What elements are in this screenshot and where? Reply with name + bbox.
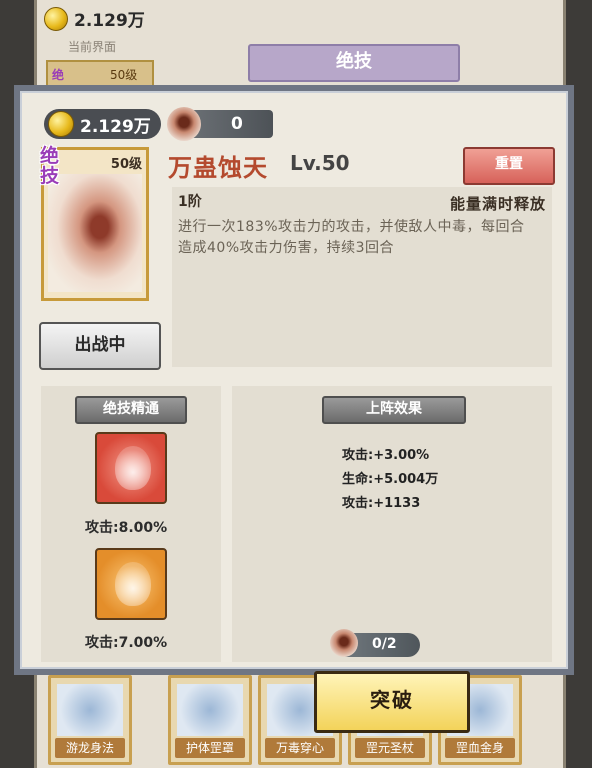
deploy-effect-panel: 上阵效果 攻击:+3.00% 生命:+5.004万 攻击:+1133 0/2 突… — [232, 386, 552, 733]
mastery-value-2: 攻击:7.00% — [85, 635, 168, 651]
mastery-tile-1[interactable] — [95, 432, 167, 504]
gold-value: 2.129万 — [80, 116, 151, 137]
background-skill-card: 绝 50级 — [46, 60, 154, 88]
skill-level: Lv.50 — [290, 151, 350, 175]
card-art — [177, 684, 243, 736]
background-ribbon: 绝技 — [248, 44, 460, 82]
bottom-card-label: 游龙身法 — [55, 738, 125, 758]
bottom-card-1[interactable]: 游龙身法 — [48, 675, 132, 765]
deploy-effect-title: 上阵效果 — [322, 396, 466, 424]
skill-description-box: 1阶 能量满时释放 进行一次183%攻击力的攻击，并使敌人中毒，每回合造成40%… — [172, 187, 552, 367]
bottom-card-label: 罡元圣杖 — [355, 738, 425, 758]
deploy-status-button[interactable]: 出战中 — [39, 322, 161, 370]
skill-tier: 1阶 — [178, 194, 202, 210]
background-card-level: 50级 — [110, 68, 138, 82]
flame-icon — [115, 446, 151, 490]
skill-token-count: 0 — [230, 114, 243, 134]
skill-card: 绝技 50级 — [40, 145, 149, 301]
card-art — [57, 684, 123, 736]
bottom-card-label: 罡血金身 — [445, 738, 515, 758]
gold-coin-icon — [44, 6, 68, 31]
skill-token-display: 0 — [166, 107, 273, 141]
skill-name: 万蛊蚀天 — [168, 154, 268, 182]
skill-art — [48, 174, 142, 292]
background-gold: 2.129万 — [44, 6, 145, 31]
currency-row: 2.129万 0 — [44, 107, 273, 141]
bottom-card-2[interactable]: 护体罡罩 — [168, 675, 252, 765]
mastery-panel: 绝技精通 攻击:8.00% 攻击:7.00% — [41, 386, 221, 662]
bottom-card-label: 护体罡罩 — [175, 738, 245, 758]
skill-token-icon — [166, 107, 201, 141]
background-gold-value: 2.129万 — [74, 11, 145, 31]
release-condition: 能量满时释放 — [449, 195, 546, 213]
skill-card-level: 50级 — [110, 157, 142, 172]
bottom-skill-cards: 游龙身法 护体罡罩 万毒穿心 罡元圣杖 罡血金身 — [40, 675, 550, 768]
skill-detail-modal: 2.129万 0 绝技 50级 出战中 万蛊蚀天 Lv.50 重置 1阶 能量满… — [14, 85, 574, 733]
effect-stat-3: 攻击:+1133 — [342, 496, 421, 511]
reset-button[interactable]: 重置 — [463, 147, 555, 185]
background-subtitle: 当前界面 — [68, 40, 117, 54]
skill-tag: 绝技 — [40, 145, 60, 187]
mastery-title: 绝技精通 — [75, 396, 187, 424]
breakthrough-cost-value: 0/2 — [372, 636, 397, 652]
breakthrough-cost: 0/2 — [330, 629, 420, 657]
mastery-value-1: 攻击:8.00% — [85, 520, 168, 536]
effect-stat-1: 攻击:+3.00% — [342, 448, 430, 463]
gold-display: 2.129万 — [44, 109, 161, 139]
breakthrough-button[interactable]: 突破 — [314, 671, 470, 733]
flame-icon — [115, 562, 151, 606]
skill-description: 进行一次183%攻击力的攻击，并使敌人中毒，每回合造成40%攻击力伤害，持续3回… — [178, 219, 525, 256]
mastery-tile-2[interactable] — [95, 548, 167, 620]
gold-coin-icon — [48, 111, 74, 137]
bottom-card-label: 万毒穿心 — [265, 738, 335, 758]
effect-stat-2: 生命:+5.004万 — [342, 472, 439, 487]
skill-token-icon — [330, 629, 358, 657]
background-card-tag: 绝 — [52, 68, 65, 82]
